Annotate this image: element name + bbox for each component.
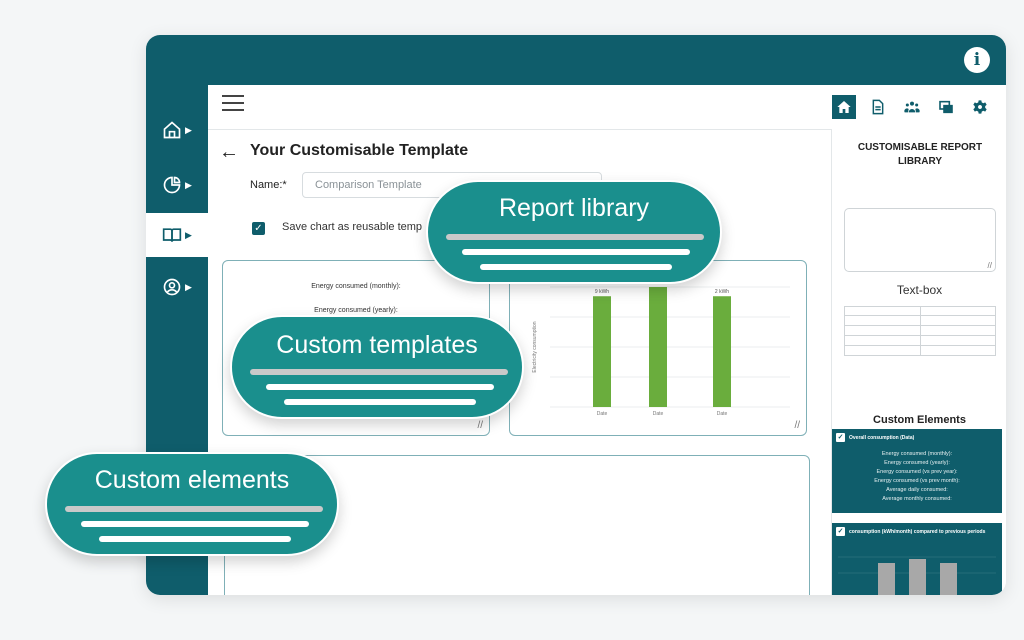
monitor-icon[interactable] — [934, 95, 958, 119]
info-icon[interactable]: i — [964, 47, 990, 73]
nav-item-home[interactable]: ▶ — [146, 108, 208, 152]
users-icon[interactable] — [900, 95, 924, 119]
mini-bar — [940, 563, 957, 595]
custom-element-comparison-chart[interactable]: ✓ consumption (kWh/month) compared to pr… — [832, 523, 1002, 595]
custom-element-title: consumption (kWh/month) compared to prev… — [849, 528, 986, 535]
gear-icon[interactable] — [968, 95, 992, 119]
callout-custom-templates: Custom templates — [230, 315, 524, 419]
callout-title: Report library — [498, 194, 650, 222]
data-label: 9 kWh — [595, 289, 609, 295]
home-icon[interactable] — [832, 95, 856, 119]
back-arrow-icon[interactable]: ← — [219, 141, 239, 164]
user-circle-icon — [163, 278, 181, 296]
report-library-title: CUSTOMISABLE REPORT LIBRARY — [857, 142, 983, 167]
bar-chart: Electricity consumption 9 kWh Date Date 2 kW… — [532, 286, 790, 417]
custom-element-line: Average daily consumed: — [886, 487, 948, 493]
name-label: Name:* — [250, 179, 287, 191]
custom-element-line: Energy consumed (monthly): — [881, 451, 953, 457]
kpi-line: Energy consumed (yearly): — [314, 307, 398, 314]
nav-item-analytics[interactable]: ▶ — [146, 163, 208, 207]
mini-bar — [878, 563, 895, 595]
custom-element-line: Energy consumed (yearly): — [884, 460, 950, 466]
text-box-label: Text-box — [896, 283, 943, 297]
bar — [713, 296, 731, 407]
callout-title: Custom elements — [94, 466, 290, 494]
custom-element-line: Energy consumed (vs prev year): — [876, 469, 958, 475]
custom-elements-title: Custom Elements — [873, 414, 966, 426]
save-checkbox[interactable]: ✓ — [252, 222, 265, 235]
category-label: Date — [717, 411, 728, 417]
category-label: Date — [597, 411, 608, 417]
custom-element-line: Average monthly consumed: — [882, 496, 952, 502]
mini-bar-chart — [838, 556, 996, 595]
kpi-line: Energy consumed (monthly): — [311, 283, 401, 290]
checkbox-icon[interactable]: ✓ — [836, 527, 845, 536]
mini-bar — [909, 559, 926, 595]
text-box-element[interactable]: // — [844, 208, 996, 272]
bar — [649, 287, 667, 407]
resize-handle-icon[interactable]: // — [477, 420, 483, 431]
caret-right-icon: ▶ — [185, 229, 192, 240]
toolbar — [832, 95, 992, 119]
bar — [593, 296, 611, 407]
resize-handle-icon[interactable]: // — [794, 420, 800, 431]
callout-title: Custom templates — [276, 331, 478, 359]
custom-element-title: Overall consumption (Data) — [849, 434, 915, 441]
data-label: 2 kWh — [715, 289, 729, 295]
book-icon — [162, 228, 182, 242]
caret-right-icon: ▶ — [185, 281, 192, 292]
nav-item-library[interactable]: ▶ — [146, 213, 208, 257]
chart-card[interactable]: Electricity consumption 9 kWh Date Date 2 kW… — [509, 260, 807, 436]
resize-handle-icon: // — [987, 261, 992, 270]
callout-custom-elements: Custom elements — [45, 452, 339, 556]
y-axis-label: Electricity consumption — [532, 321, 538, 372]
caret-right-icon: ▶ — [185, 179, 192, 190]
pie-chart-icon — [163, 176, 181, 194]
page-title: Your Customisable Template — [250, 142, 469, 159]
home-outline-icon — [163, 121, 181, 139]
hamburger-menu-icon[interactable] — [222, 95, 244, 113]
table-element[interactable] — [844, 306, 996, 366]
report-library-panel: CUSTOMISABLE REPORT LIBRARY // Text-box … — [831, 129, 1006, 595]
checkbox-icon[interactable]: ✓ — [836, 433, 845, 442]
top-bar: i — [146, 35, 1006, 85]
callout-report-library: Report library — [426, 180, 722, 284]
save-checkbox-label: Save chart as reusable temp — [282, 221, 423, 233]
caret-right-icon: ▶ — [185, 124, 192, 135]
document-icon[interactable] — [866, 95, 890, 119]
nav-item-account[interactable]: ▶ — [146, 265, 208, 309]
category-label: Date — [653, 411, 664, 417]
custom-element-line: Energy consumed (vs prev month): — [874, 478, 960, 484]
custom-element-overall-consumption[interactable]: ✓ Overall consumption (Data) Energy cons… — [832, 429, 1002, 513]
